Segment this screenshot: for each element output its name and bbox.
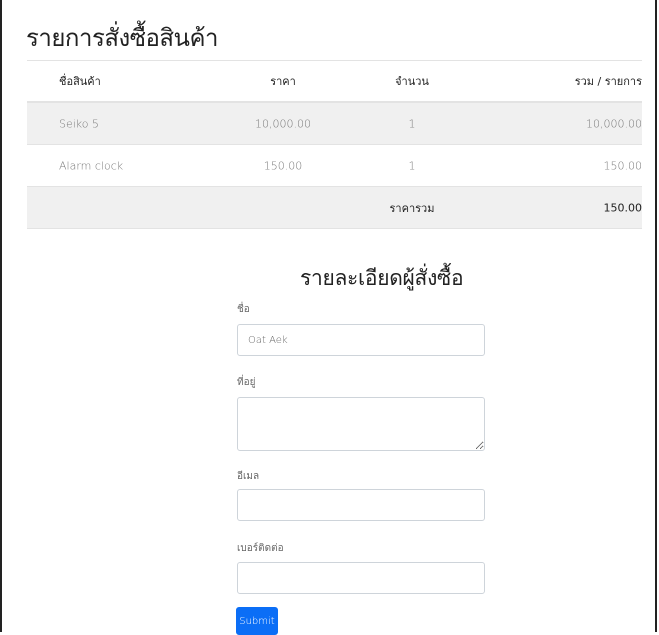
table-header-row: ชื่อสินค้า ราคา จำนวน รวม / รายการ bbox=[27, 61, 642, 103]
table-row: Alarm clock 150.00 1 150.00 bbox=[27, 145, 642, 187]
submit-button[interactable]: Submit bbox=[236, 607, 278, 635]
table-row: Seiko 5 10,000.00 1 10,000.00 bbox=[27, 103, 642, 145]
name-label: ชื่อ bbox=[237, 304, 250, 315]
header-product-name: ชื่อสินค้า bbox=[59, 75, 101, 88]
product-line-total: 10,000.00 bbox=[586, 117, 642, 130]
address-label: ที่อยู่ bbox=[237, 377, 256, 388]
address-field[interactable] bbox=[237, 397, 485, 451]
grand-total-value: 150.00 bbox=[603, 201, 643, 214]
order-table: ชื่อสินค้า ราคา จำนวน รวม / รายการ Seiko… bbox=[27, 60, 642, 229]
header-quantity: จำนวน bbox=[395, 75, 429, 88]
phone-label: เบอร์ติดต่อ bbox=[237, 543, 284, 554]
table-summary-row: ราคารวม 150.00 bbox=[27, 187, 642, 229]
page-title: รายการสั่งซื้อสินค้า bbox=[26, 24, 218, 52]
product-price: 150.00 bbox=[263, 159, 303, 172]
product-name: Alarm clock bbox=[59, 159, 124, 172]
product-quantity: 1 bbox=[408, 117, 416, 130]
product-quantity: 1 bbox=[408, 159, 416, 172]
product-price: 10,000.00 bbox=[255, 117, 311, 130]
product-line-total: 150.00 bbox=[603, 159, 643, 172]
email-field[interactable] bbox=[237, 489, 485, 521]
header-line-total: รวม / รายการ bbox=[574, 75, 642, 88]
grand-total-label: ราคารวม bbox=[389, 201, 435, 215]
product-name: Seiko 5 bbox=[59, 117, 100, 130]
name-field[interactable] bbox=[237, 324, 485, 356]
phone-field[interactable] bbox=[237, 562, 485, 594]
header-price: ราคา bbox=[270, 75, 296, 88]
customer-details-title: รายละเอียดผู้สั่งซื้อ bbox=[300, 266, 464, 290]
email-label: อีเมล bbox=[237, 471, 260, 482]
